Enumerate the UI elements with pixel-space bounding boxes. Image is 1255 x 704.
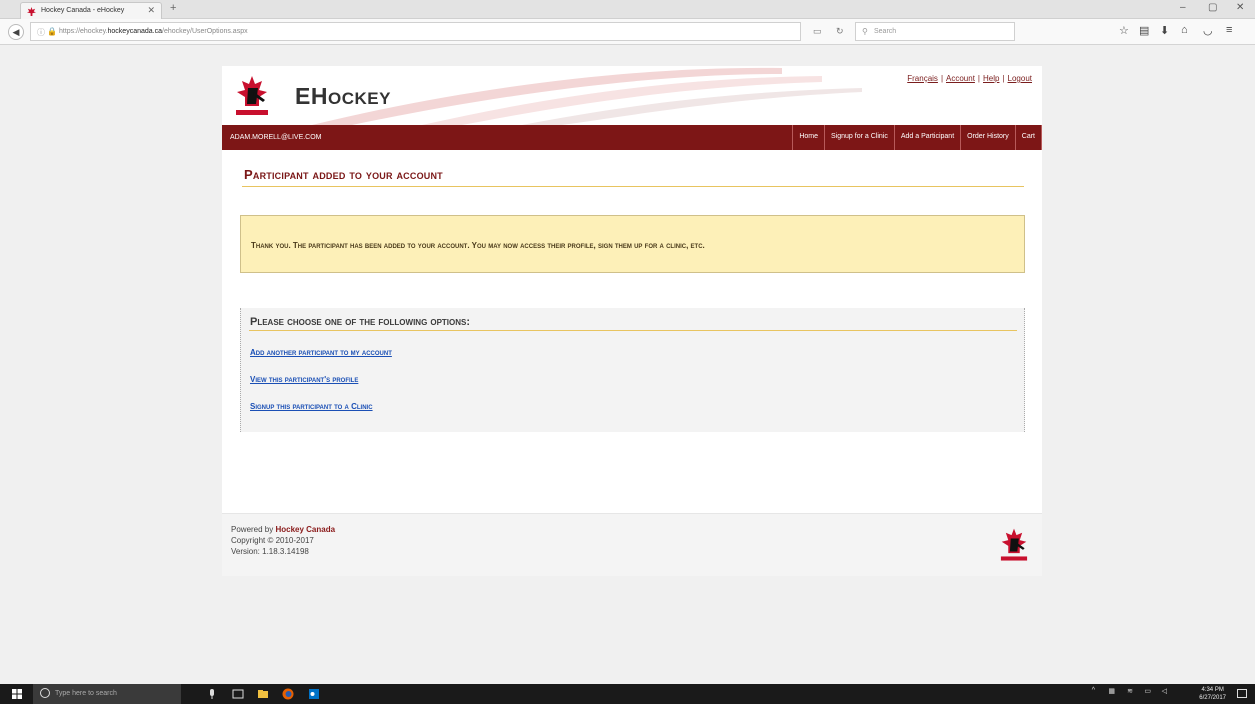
windows-start-icon[interactable] xyxy=(12,689,22,699)
clock-date: 6/27/2017 xyxy=(1199,695,1226,701)
version-text: Version: 1.18.3.14198 xyxy=(231,547,309,556)
pocket-icon[interactable]: ◡ xyxy=(1203,24,1213,37)
help-link[interactable]: Help xyxy=(983,74,999,83)
tray-chevron-icon[interactable]: ^ xyxy=(1092,687,1095,694)
clock-time: 4:34 PM xyxy=(1201,687,1224,693)
success-notice: Thank you. The participant has been adde… xyxy=(240,215,1025,273)
site-header: EHOCKEY Français | Account | Help | Logout xyxy=(222,66,1042,125)
cortana-icon xyxy=(40,688,50,698)
task-view-icon[interactable] xyxy=(232,688,244,700)
file-explorer-icon[interactable] xyxy=(257,688,269,700)
ehockey-wordmark: EHOCKEY xyxy=(295,83,391,109)
logout-link[interactable]: Logout xyxy=(1008,74,1032,83)
view-participant-profile-link[interactable]: View this participant's profile xyxy=(250,375,358,384)
library-icon[interactable]: ▤ xyxy=(1139,24,1149,37)
taskbar-search-placeholder: Type here to search xyxy=(55,690,117,697)
taskbar-search-input[interactable]: Type here to search xyxy=(33,684,181,704)
windows-taskbar: Type here to search ^ ▦ ≋ ▭ ◁ 4:34 PM 6/… xyxy=(0,684,1255,704)
browser-tab[interactable]: Hockey Canada - eHockey ✕ xyxy=(20,2,162,19)
search-placeholder: Search xyxy=(874,28,897,35)
main-menu: Home Signup for a Clinic Add a Participa… xyxy=(792,125,1042,150)
browser-search-input[interactable]: ⚲ Search xyxy=(855,22,1015,41)
browser-nav-bar: ◀ ⓘ 🔒 https://ehockey.hockeycanada.ca/eh… xyxy=(0,19,1255,45)
message-icon[interactable]: ▭ xyxy=(1144,687,1151,695)
close-window-icon[interactable]: ✕ xyxy=(1236,2,1244,13)
menu-hamburger-icon[interactable]: ≡ xyxy=(1226,24,1232,36)
reload-icon[interactable]: ↻ xyxy=(836,26,844,37)
powered-by-label: Powered by xyxy=(231,525,276,534)
options-title: Please choose one of the following optio… xyxy=(250,316,471,328)
outlook-icon[interactable] xyxy=(308,688,320,700)
site-footer: Powered by Hockey Canada Copyright © 201… xyxy=(222,513,1042,576)
menu-item-signup-clinic[interactable]: Signup for a Clinic xyxy=(824,125,894,150)
menu-item-order-history[interactable]: Order History xyxy=(960,125,1015,150)
options-divider xyxy=(249,330,1017,331)
signup-participant-clinic-link[interactable]: Signup this participant to a Clinic xyxy=(250,402,373,411)
back-arrow-icon[interactable]: ◀ xyxy=(8,24,24,40)
info-icon[interactable]: ⓘ xyxy=(37,27,45,38)
footer-text: Powered by Hockey Canada Copyright © 201… xyxy=(231,524,335,557)
action-center-icon[interactable] xyxy=(1237,689,1247,698)
bookmark-star-icon[interactable]: ☆ xyxy=(1119,24,1129,37)
microphone-icon[interactable] xyxy=(206,688,218,700)
tab-title: Hockey Canada - eHockey xyxy=(41,7,125,14)
home-icon[interactable]: ⌂ xyxy=(1181,24,1188,36)
page-container: EHOCKEY Français | Account | Help | Logout ADA… xyxy=(222,66,1042,576)
menu-item-cart[interactable]: Cart xyxy=(1014,125,1042,150)
footer-logo-icon xyxy=(1000,528,1028,561)
page-title: Participant added to your account xyxy=(244,167,443,182)
tray-apps-icon[interactable]: ▦ xyxy=(1108,687,1115,695)
wifi-icon[interactable]: ≋ xyxy=(1127,687,1133,695)
account-link[interactable]: Account xyxy=(946,74,975,83)
hockey-canada-logo xyxy=(236,76,268,115)
menu-item-add-participant[interactable]: Add a Participant xyxy=(893,125,960,150)
maple-leaf-icon xyxy=(27,7,36,16)
maximize-icon[interactable]: ▢ xyxy=(1208,2,1217,13)
download-icon[interactable]: ⬇ xyxy=(1160,24,1169,37)
system-clock[interactable]: 4:34 PM 6/27/2017 xyxy=(1199,686,1226,702)
minimize-icon[interactable]: – xyxy=(1180,2,1186,13)
url-domain: hockeycanada.ca xyxy=(107,28,162,35)
url-bar[interactable]: ⓘ 🔒 https://ehockey.hockeycanada.ca/ehoc… xyxy=(30,22,801,41)
search-icon: ⚲ xyxy=(862,27,868,36)
firefox-icon[interactable] xyxy=(282,688,294,700)
url-path: /ehockey/UserOptions.aspx xyxy=(162,28,248,35)
add-another-participant-link[interactable]: Add another participant to my account xyxy=(250,348,392,357)
browser-tab-bar: Hockey Canada - eHockey ✕ + – ▢ ✕ xyxy=(0,0,1255,19)
url-prefix: https://ehockey. xyxy=(59,28,108,35)
reader-view-icon[interactable]: ▭ xyxy=(813,26,822,37)
options-panel: Please choose one of the following optio… xyxy=(240,308,1025,432)
title-divider xyxy=(242,186,1024,187)
francais-link[interactable]: Français xyxy=(907,74,938,83)
copyright-text: Copyright © 2010-2017 xyxy=(231,536,314,545)
main-menu-bar: ADAM.MORELL@LIVE.COM Home Signup for a C… xyxy=(222,125,1042,150)
new-tab-icon[interactable]: + xyxy=(170,2,176,14)
menu-item-home[interactable]: Home xyxy=(792,125,824,150)
tab-close-icon[interactable]: ✕ xyxy=(147,5,155,16)
hockey-canada-link[interactable]: Hockey Canada xyxy=(275,525,335,534)
volume-icon[interactable]: ◁ xyxy=(1162,687,1167,695)
top-links: Français | Account | Help | Logout xyxy=(907,74,1032,83)
lock-icon: 🔒 xyxy=(47,27,57,36)
user-email: ADAM.MORELL@LIVE.COM xyxy=(230,134,322,141)
